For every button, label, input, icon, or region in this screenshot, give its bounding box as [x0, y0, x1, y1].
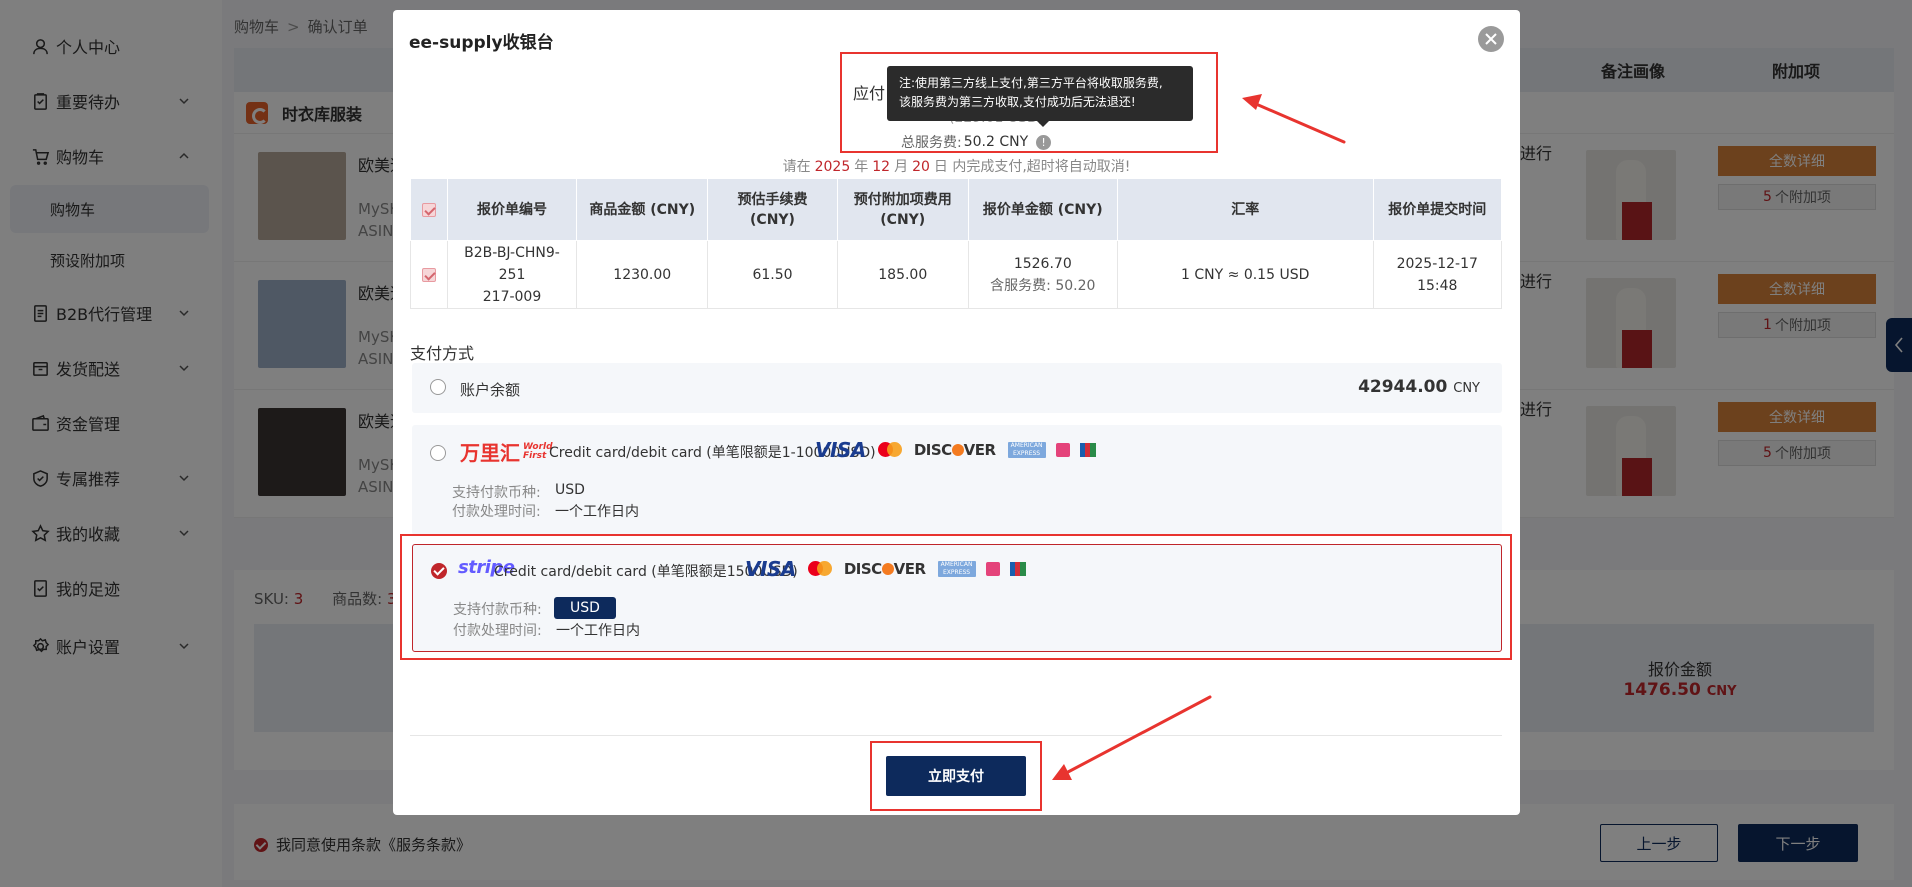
quote-amount: 1526.70 — [1013, 255, 1072, 272]
unionpay-icon — [1055, 443, 1070, 457]
deadline-prefix: 请在 — [782, 159, 811, 175]
divider — [410, 735, 1502, 736]
processing-time-label: 付款处理时间: — [452, 504, 541, 520]
amex-icon: AMERICAN EXPRESS — [1007, 442, 1046, 458]
deadline-year: 2025 — [814, 159, 851, 175]
annotation-box-tooltip — [840, 52, 1218, 153]
payment-deadline: 请在 2025 年 12 月 20 日 内完成支付,超时将自动取消! — [393, 156, 1520, 176]
annotation-box-stripe — [400, 534, 1512, 660]
column-header: 预估手续费 (CNY) — [707, 178, 838, 241]
jcb-icon — [1079, 443, 1096, 457]
discover-icon: DISC VER — [913, 441, 996, 459]
worldfirst-logo: 万里汇 World First — [460, 437, 553, 466]
balance-radio[interactable] — [430, 379, 446, 395]
deadline-day: 20 — [912, 159, 930, 175]
processing-time-value: 一个工作日内 — [555, 504, 639, 520]
currency-label: 支持付款币种: — [452, 485, 541, 501]
quote-id-line: 217-009 — [482, 288, 542, 305]
est-fee: 61.50 — [707, 240, 838, 309]
currency-value: USD — [555, 482, 585, 498]
worldfirst-logo-cn: 万里汇 — [460, 441, 520, 465]
column-header: 报价单编号 — [446, 178, 578, 241]
mastercard-icon — [877, 442, 902, 458]
column-header: 预付附加项费用 (CNY) — [836, 178, 969, 241]
column-header: 汇率 — [1116, 178, 1374, 241]
select-all-checkbox[interactable] — [421, 202, 436, 217]
column-header: 商品金额 (CNY) — [576, 178, 709, 241]
modal-title: ee-supply收银台 — [409, 33, 554, 53]
payment-option-worldfirst[interactable]: 万里汇 World First Credit card/debit card (单… — [412, 425, 1502, 535]
balance-label: 账户余额 — [460, 381, 521, 399]
quote-table-header: 报价单编号 商品金额 (CNY) 预估手续费 (CNY) 预付附加项费用 (CN… — [410, 178, 1503, 241]
goods-amount: 1230.00 — [576, 240, 709, 309]
table-row: B2B-BJ-CHN9-251 217-009 1230.00 61.50 185… — [410, 240, 1503, 309]
submit-time: 2025-12-17 15:48 — [1372, 240, 1503, 309]
annotation-box-pay-button — [870, 741, 1042, 811]
card-brands: VISA DISC VER AMERICAN EXPRESS — [815, 438, 1096, 462]
row-select-cell[interactable] — [410, 240, 448, 309]
balance-value: 42944.00 CNY — [1358, 377, 1480, 397]
select-all-cell[interactable] — [410, 178, 448, 241]
deadline-month-unit: 月 — [894, 159, 909, 175]
close-icon — [1485, 33, 1497, 45]
deadline-month: 12 — [872, 159, 891, 175]
worldfirst-radio[interactable] — [430, 445, 446, 461]
balance-unit: CNY — [1453, 381, 1480, 396]
prepaid-addon-fee: 185.00 — [836, 240, 969, 309]
column-header: 报价单金额 (CNY) — [967, 178, 1118, 241]
balance-amount: 42944.00 — [1358, 377, 1448, 397]
payment-option-balance[interactable]: 账户余额 42944.00 CNY — [412, 363, 1502, 413]
column-header: 报价单提交时间 — [1372, 178, 1503, 241]
payment-method-title: 支付方式 — [410, 344, 475, 363]
quote-id-line: B2B-BJ-CHN9-251 — [464, 244, 560, 283]
quote-table: 报价单编号 商品金额 (CNY) 预估手续费 (CNY) 预付附加项费用 (CN… — [410, 178, 1503, 309]
exchange-rate: 1 CNY ≈ 0.15 USD — [1116, 240, 1374, 309]
fee-included-label: 含服务费: — [990, 277, 1051, 294]
deadline-year-unit: 年 — [854, 159, 869, 175]
visa-icon: VISA — [815, 438, 866, 462]
deadline-suffix: 日 内完成支付,超时将自动取消! — [933, 159, 1131, 175]
quote-amount-cell: 1526.70 含服务费: 50.20 — [967, 240, 1118, 309]
fee-included-value: 50.20 — [1055, 277, 1096, 294]
row-checkbox[interactable] — [421, 267, 436, 282]
close-button[interactable] — [1478, 26, 1504, 52]
fee-included: 含服务费: 50.20 — [975, 275, 1111, 297]
quote-id-cell: B2B-BJ-CHN9-251 217-009 — [446, 240, 578, 309]
